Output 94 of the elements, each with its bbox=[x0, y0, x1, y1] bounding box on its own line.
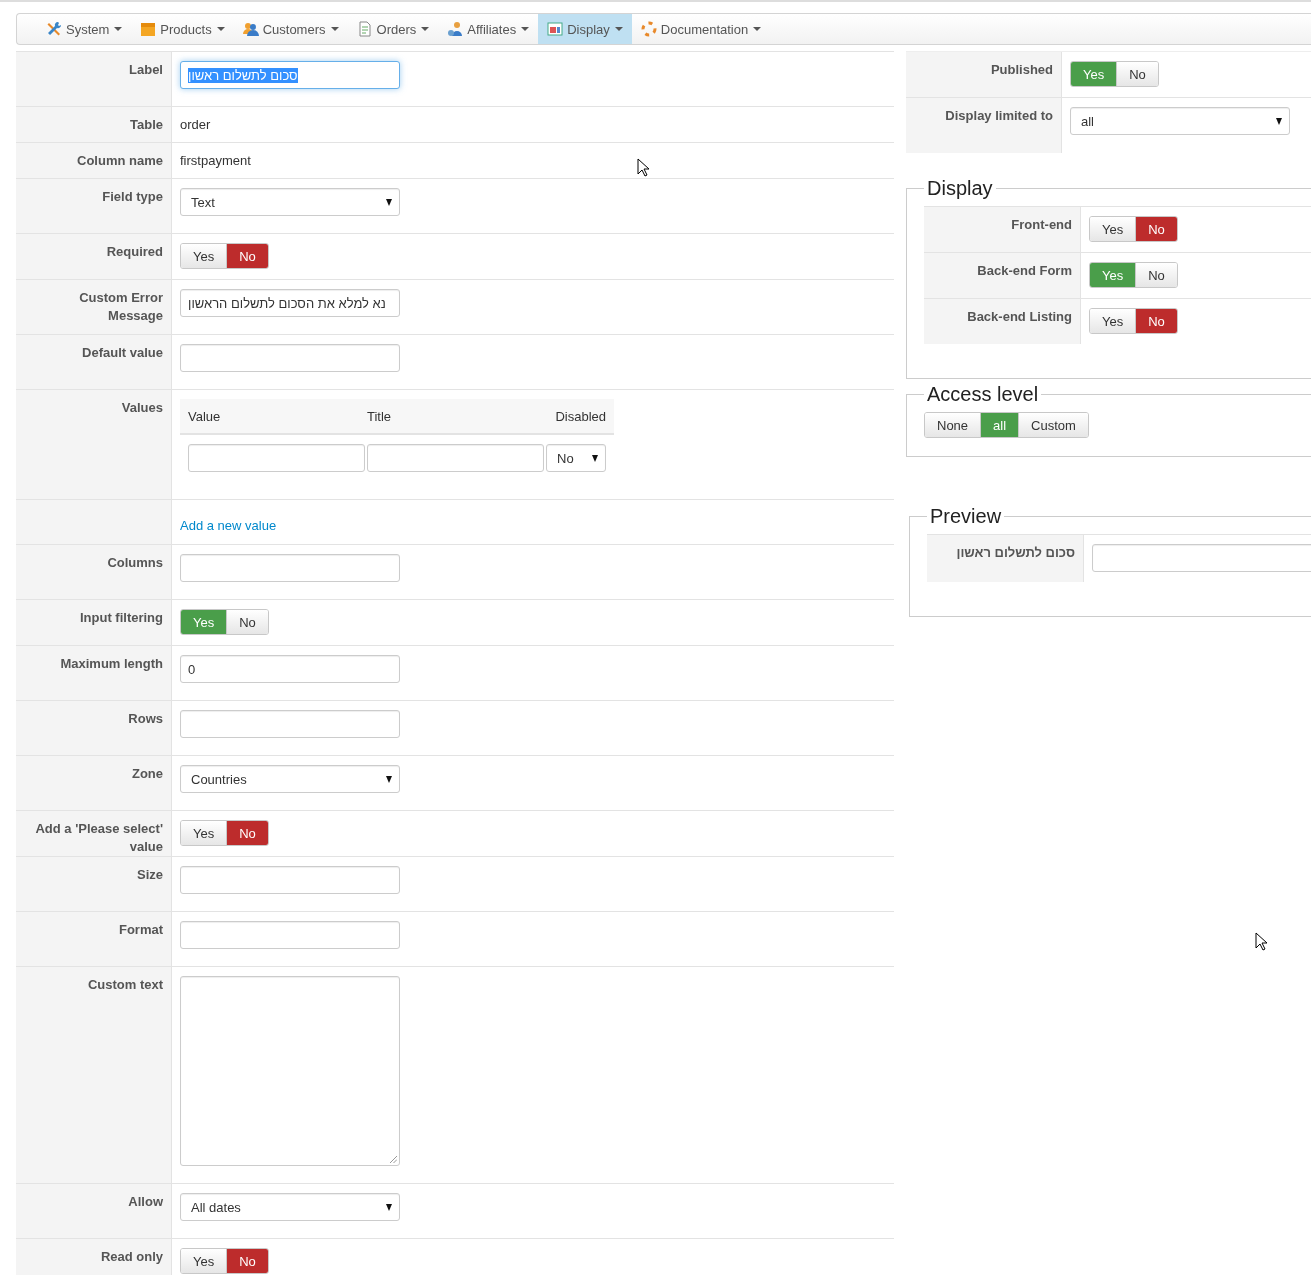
input-field[interactable] bbox=[180, 866, 400, 894]
resize-grip-icon bbox=[390, 1156, 397, 1163]
dropdown-arrow-icon bbox=[592, 454, 598, 462]
menu-item[interactable]: Display bbox=[538, 14, 632, 44]
toggle-option[interactable]: Yes bbox=[181, 1249, 228, 1273]
caret-icon bbox=[753, 27, 762, 31]
field-label: Maximum length bbox=[60, 655, 163, 673]
tools-icon bbox=[46, 21, 62, 37]
toggle-option[interactable]: No bbox=[227, 244, 268, 268]
select-field[interactable]: all bbox=[1070, 107, 1290, 135]
caret-icon bbox=[421, 27, 430, 31]
field-label: Field type bbox=[102, 188, 163, 206]
field-label: Custom Error Message bbox=[78, 289, 163, 325]
select-field[interactable]: No bbox=[546, 444, 606, 472]
dropdown-arrow-icon bbox=[386, 198, 392, 206]
toggle-option[interactable]: No bbox=[227, 821, 268, 845]
dropdown-arrow-icon bbox=[386, 775, 392, 783]
field-label: Columns bbox=[107, 554, 163, 572]
menu-item[interactable]: Affiliates bbox=[438, 14, 539, 44]
caret-icon bbox=[521, 27, 530, 31]
mouse-pointer-icon bbox=[637, 158, 649, 177]
toggle-option[interactable]: None bbox=[925, 413, 982, 437]
person-icon bbox=[447, 21, 464, 37]
toggle-option[interactable]: No bbox=[227, 610, 268, 634]
toggle-option[interactable]: No bbox=[1117, 62, 1158, 86]
column-header: Value bbox=[188, 408, 222, 424]
field-label: Display limited to bbox=[945, 107, 1053, 125]
lifebuoy-icon bbox=[640, 21, 657, 37]
menu-item[interactable]: System bbox=[37, 14, 132, 44]
field-label: Read only bbox=[100, 1248, 163, 1266]
menu-item[interactable]: Products bbox=[131, 14, 234, 44]
toggle-option[interactable]: No bbox=[1136, 263, 1177, 287]
column-header: Title bbox=[367, 408, 393, 424]
section-title: Access level bbox=[926, 383, 1040, 406]
field-label: Table bbox=[130, 116, 163, 134]
input-field[interactable] bbox=[180, 554, 400, 582]
field-value: firstpayment bbox=[180, 152, 251, 170]
field-label: Back-end Listing bbox=[967, 308, 1072, 326]
input-field[interactable]: נא למלא את הסכום לתשלום הראשון bbox=[180, 289, 400, 317]
section-title: Display bbox=[926, 177, 994, 200]
people-icon bbox=[242, 21, 259, 37]
field-value: order bbox=[180, 116, 211, 134]
field-label: Required bbox=[106, 243, 163, 261]
dropdown-arrow-icon bbox=[1276, 117, 1282, 125]
field-label: Back-end Form bbox=[977, 262, 1072, 280]
field-label: Allow bbox=[128, 1193, 163, 1211]
box-icon bbox=[140, 21, 157, 37]
dropdown-arrow-icon bbox=[386, 1203, 392, 1211]
input-field[interactable] bbox=[180, 710, 400, 738]
toggle-option[interactable]: Yes bbox=[181, 244, 228, 268]
input-field[interactable] bbox=[180, 921, 400, 949]
field-label: Front-end bbox=[1011, 216, 1072, 234]
field-label: Add a 'Please select' value bbox=[34, 820, 163, 856]
add-value-link[interactable]: Add a new value bbox=[180, 517, 277, 535]
field-label: Rows bbox=[128, 710, 163, 728]
toggle-option[interactable]: Custom bbox=[1019, 413, 1088, 437]
caret-icon bbox=[330, 27, 339, 31]
input-field[interactable] bbox=[180, 344, 400, 372]
caret-icon bbox=[114, 27, 123, 31]
column-header: Disabled bbox=[555, 408, 606, 424]
input-field[interactable] bbox=[188, 444, 365, 472]
toggle-option[interactable]: Yes bbox=[181, 821, 228, 845]
field-label: סכום לתשלום ראשון bbox=[956, 544, 1075, 562]
caret-icon bbox=[216, 27, 225, 31]
field-label: Input filtering bbox=[79, 609, 163, 627]
toggle-option[interactable]: No bbox=[227, 1249, 268, 1273]
input-field[interactable] bbox=[367, 444, 544, 472]
text-area[interactable] bbox=[180, 976, 400, 1166]
field-label: Default value bbox=[82, 344, 163, 362]
toggle-option[interactable]: Yes bbox=[1090, 309, 1137, 333]
select-field[interactable]: Countries bbox=[180, 765, 400, 793]
section-title: Preview bbox=[929, 505, 1003, 528]
mouse-pointer-icon bbox=[1255, 932, 1267, 951]
field-label: Label bbox=[129, 61, 163, 79]
input-field[interactable] bbox=[1092, 544, 1311, 572]
field-label: Published bbox=[990, 61, 1053, 79]
field-label: Zone bbox=[131, 765, 163, 783]
field-label: Size bbox=[137, 866, 163, 884]
menu-item[interactable]: Documentation bbox=[631, 14, 771, 44]
input-field[interactable]: 0 bbox=[180, 655, 400, 683]
toggle-option[interactable]: No bbox=[1136, 309, 1177, 333]
select-field[interactable]: All dates bbox=[180, 1193, 400, 1221]
field-label: Custom text bbox=[87, 976, 163, 994]
window-icon bbox=[547, 21, 564, 37]
menu-item[interactable]: Orders bbox=[347, 14, 439, 44]
field-label: Column name bbox=[77, 152, 163, 170]
caret-icon bbox=[614, 27, 623, 31]
select-field[interactable]: Text bbox=[180, 188, 400, 216]
menu-item[interactable]: Customers bbox=[233, 14, 348, 44]
field-label: Format bbox=[118, 921, 163, 939]
field-label: Values bbox=[121, 399, 163, 417]
document-icon bbox=[356, 21, 373, 37]
toggle-option[interactable]: No bbox=[1136, 217, 1177, 241]
toggle-option[interactable]: Yes bbox=[1090, 217, 1137, 241]
